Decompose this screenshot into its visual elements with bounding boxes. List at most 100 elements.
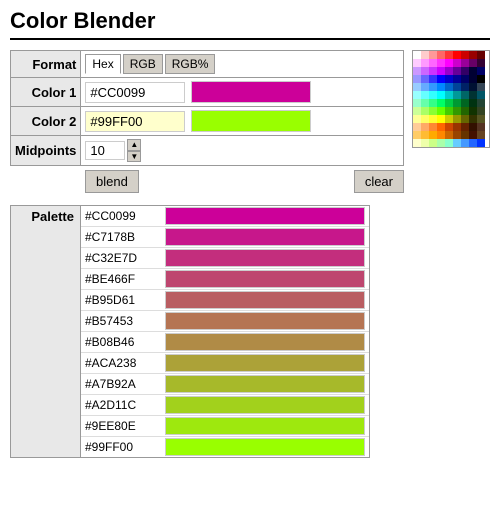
clear-button[interactable]: clear <box>354 170 404 193</box>
format-hex-button[interactable]: Hex <box>85 54 120 74</box>
color-grid-cell[interactable] <box>477 91 485 99</box>
color-grid-cell[interactable] <box>453 139 461 147</box>
color-grid-cell[interactable] <box>413 123 421 131</box>
color-grid-cell[interactable] <box>469 83 477 91</box>
color-grid-cell[interactable] <box>477 51 485 59</box>
color-grid-cell[interactable] <box>453 51 461 59</box>
color-grid-cell[interactable] <box>461 107 469 115</box>
color-grid-cell[interactable] <box>477 139 485 147</box>
color-grid-cell[interactable] <box>429 115 437 123</box>
color-grid-cell[interactable] <box>469 99 477 107</box>
color-grid-cell[interactable] <box>413 139 421 147</box>
color-grid-cell[interactable] <box>429 139 437 147</box>
color-grid-cell[interactable] <box>461 131 469 139</box>
color-grid-cell[interactable] <box>437 99 445 107</box>
color-grid-cell[interactable] <box>437 91 445 99</box>
color-grid-cell[interactable] <box>477 115 485 123</box>
color-grid-cell[interactable] <box>453 67 461 75</box>
color-grid-cell[interactable] <box>453 91 461 99</box>
color-grid-cell[interactable] <box>477 67 485 75</box>
color-grid-cell[interactable] <box>437 107 445 115</box>
color-grid-cell[interactable] <box>469 67 477 75</box>
color-grid-cell[interactable] <box>453 123 461 131</box>
color-grid-cell[interactable] <box>453 99 461 107</box>
color-grid-cell[interactable] <box>445 51 453 59</box>
color-grid-cell[interactable] <box>445 115 453 123</box>
color-grid-cell[interactable] <box>461 67 469 75</box>
color-grid-cell[interactable] <box>469 139 477 147</box>
color-grid-cell[interactable] <box>469 91 477 99</box>
color-grid-cell[interactable] <box>437 139 445 147</box>
color-grid-cell[interactable] <box>469 107 477 115</box>
color-grid-cell[interactable] <box>445 131 453 139</box>
color-grid-cell[interactable] <box>445 107 453 115</box>
color-grid-cell[interactable] <box>421 75 429 83</box>
color-grid-cell[interactable] <box>437 67 445 75</box>
color-grid-cell[interactable] <box>477 131 485 139</box>
color-grid-cell[interactable] <box>469 75 477 83</box>
color-grid-cell[interactable] <box>453 59 461 67</box>
color-grid-cell[interactable] <box>421 107 429 115</box>
color-grid-cell[interactable] <box>445 123 453 131</box>
color-grid-cell[interactable] <box>453 83 461 91</box>
color-grid-cell[interactable] <box>461 59 469 67</box>
color-grid-cell[interactable] <box>461 115 469 123</box>
color-grid-cell[interactable] <box>453 115 461 123</box>
color-grid-cell[interactable] <box>437 51 445 59</box>
color-grid-cell[interactable] <box>437 123 445 131</box>
color-grid-cell[interactable] <box>429 131 437 139</box>
color-grid-cell[interactable] <box>413 67 421 75</box>
color-grid-cell[interactable] <box>413 91 421 99</box>
color-grid-cell[interactable] <box>421 51 429 59</box>
color-grid-cell[interactable] <box>421 83 429 91</box>
color-grid-cell[interactable] <box>469 131 477 139</box>
color-grid-cell[interactable] <box>477 75 485 83</box>
color-grid-cell[interactable] <box>445 75 453 83</box>
color-grid-cell[interactable] <box>421 59 429 67</box>
color-grid-cell[interactable] <box>469 51 477 59</box>
color-grid-cell[interactable] <box>453 75 461 83</box>
color-grid-cell[interactable] <box>421 131 429 139</box>
color-grid-cell[interactable] <box>461 91 469 99</box>
color-grid-cell[interactable] <box>429 51 437 59</box>
color-grid-cell[interactable] <box>413 115 421 123</box>
color-grid-cell[interactable] <box>413 83 421 91</box>
color-grid-cell[interactable] <box>413 51 421 59</box>
color-grid-cell[interactable] <box>429 75 437 83</box>
color-grid-cell[interactable] <box>421 91 429 99</box>
color-grid-cell[interactable] <box>461 99 469 107</box>
color-grid-cell[interactable] <box>461 75 469 83</box>
color-grid-cell[interactable] <box>461 83 469 91</box>
format-rgbpct-button[interactable]: RGB% <box>165 54 216 74</box>
color-grid-cell[interactable] <box>445 99 453 107</box>
color-grid-cell[interactable] <box>413 59 421 67</box>
color-grid-cell[interactable] <box>413 99 421 107</box>
color-grid-cell[interactable] <box>469 59 477 67</box>
color-grid-cell[interactable] <box>421 139 429 147</box>
color-grid-cell[interactable] <box>477 107 485 115</box>
blend-button[interactable]: blend <box>85 170 139 193</box>
color-grid-cell[interactable] <box>429 67 437 75</box>
color-grid-cell[interactable] <box>461 123 469 131</box>
color2-input[interactable] <box>85 111 185 132</box>
color-grid-cell[interactable] <box>421 115 429 123</box>
color-grid-cell[interactable] <box>413 131 421 139</box>
color-grid-cell[interactable] <box>437 83 445 91</box>
color-grid-cell[interactable] <box>453 131 461 139</box>
color-grid-cell[interactable] <box>477 123 485 131</box>
color-grid-cell[interactable] <box>429 123 437 131</box>
color-grid-cell[interactable] <box>461 139 469 147</box>
color-grid-cell[interactable] <box>421 67 429 75</box>
color-grid-cell[interactable] <box>437 75 445 83</box>
color1-input[interactable] <box>85 82 185 103</box>
format-rgb-button[interactable]: RGB <box>123 54 163 74</box>
color-grid-cell[interactable] <box>429 99 437 107</box>
color-grid-cell[interactable] <box>445 83 453 91</box>
color-grid-cell[interactable] <box>421 99 429 107</box>
color-grid-cell[interactable] <box>437 115 445 123</box>
spinner-down[interactable]: ▼ <box>127 151 141 163</box>
color-grid-cell[interactable] <box>477 99 485 107</box>
spinner-up[interactable]: ▲ <box>127 139 141 151</box>
color-grid-cell[interactable] <box>437 131 445 139</box>
color-grid-cell[interactable] <box>477 83 485 91</box>
